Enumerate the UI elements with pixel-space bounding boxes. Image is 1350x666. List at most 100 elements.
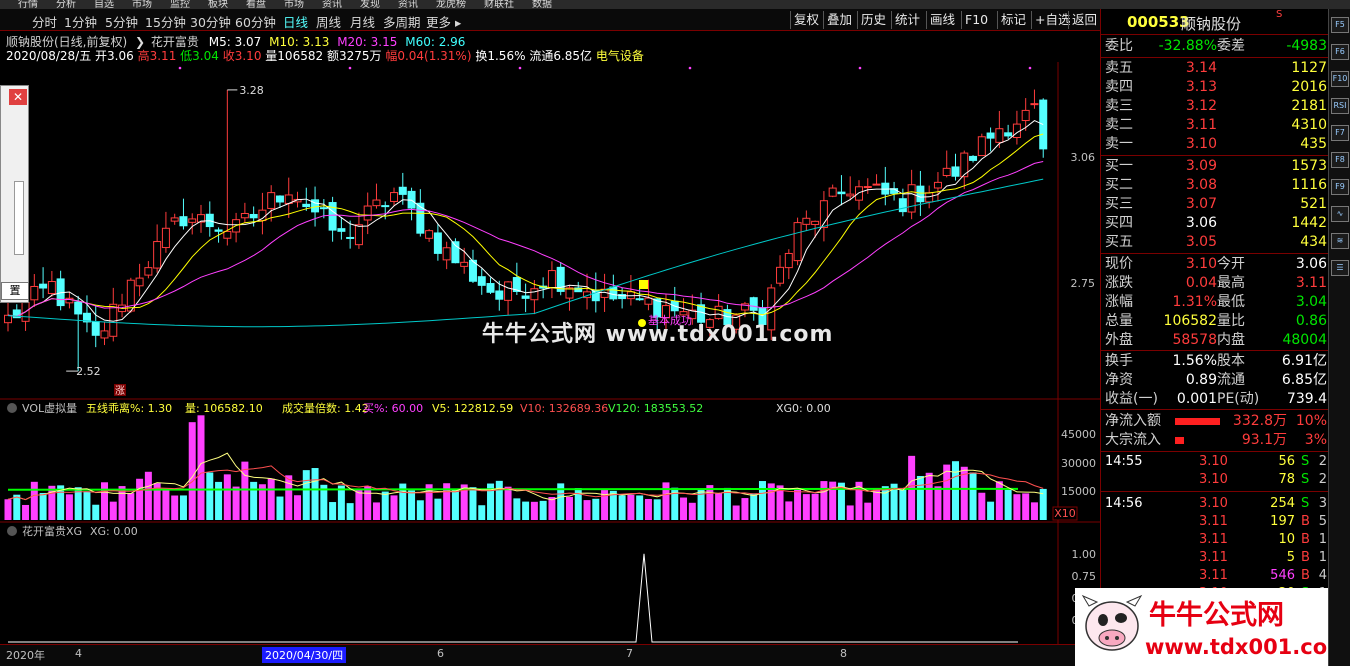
vol-header-field: VOL虚拟量 <box>22 401 77 415</box>
candle-body <box>951 166 960 177</box>
period-tab[interactable]: 日线 <box>283 12 308 31</box>
period-tab[interactable]: 30分钟 <box>190 12 231 31</box>
xg-axis-label: 1.00 <box>1072 548 1097 561</box>
volume-bar <box>916 475 924 520</box>
top-menu-item[interactable]: 数据 <box>532 0 552 9</box>
volume-bar <box>1030 502 1038 520</box>
quote-row: 现价 3.10 今开 3.06 <box>1105 255 1327 274</box>
volume-bar <box>22 504 30 520</box>
toolbar-button[interactable]: 画线 <box>926 11 958 29</box>
site-logo: 牛牛公式网 www.tdx001.com <box>1075 588 1349 666</box>
tick-side: B <box>1301 532 1310 547</box>
info-volume: 量106582 <box>265 49 324 63</box>
period-tab[interactable]: 更多 ▸ <box>426 12 461 31</box>
period-tab[interactable]: 5分钟 <box>105 12 138 31</box>
period-tab[interactable]: 60分钟 <box>235 12 276 31</box>
weibi-row: 委比 -32.88% 委差 -4983 <box>1105 37 1327 56</box>
volume-bar <box>750 493 758 520</box>
top-menu-item[interactable]: 市场 <box>132 0 152 9</box>
popup-button[interactable]: 置 <box>1 282 29 300</box>
rise-badge-text: 涨 <box>115 385 125 397</box>
quote-value: 3.06 <box>1295 256 1327 272</box>
close-icon[interactable]: ✕ <box>9 89 27 105</box>
candle-body <box>477 276 486 286</box>
low-label: 2.52 <box>76 365 101 378</box>
period-tab[interactable]: 周线 <box>316 12 341 31</box>
tick-price: 3.11 <box>1199 532 1228 547</box>
vol-axis-label: 45000 <box>1061 428 1096 441</box>
top-menu-item[interactable]: 资讯 <box>322 0 342 9</box>
fund-value: 1.56% <box>1172 353 1217 369</box>
candle-body <box>425 230 434 239</box>
quote-label: 总量 <box>1105 313 1133 329</box>
volume-bar <box>688 502 696 520</box>
kline-chart[interactable]: 3.282.52涨基本成功3.062.75VOL虚拟量 五线乖离%: 1.30 量:… <box>0 62 1100 644</box>
volume-bar <box>530 501 538 520</box>
tick-price: 3.10 <box>1199 472 1228 487</box>
toolbar-button[interactable]: 标记 <box>997 11 1029 29</box>
top-menu-item[interactable]: 财联社 <box>484 0 514 9</box>
toolbar-button[interactable]: F10 <box>961 11 991 29</box>
side-tool-icon[interactable]: RSI <box>1331 98 1349 114</box>
volume-bar <box>416 500 424 520</box>
toolbar-button[interactable]: 叠加 <box>823 11 855 29</box>
top-menu-item[interactable]: 龙虎榜 <box>436 0 466 9</box>
signal-square <box>639 280 648 289</box>
side-tool-icon[interactable]: F8 <box>1331 152 1349 168</box>
top-menu-item[interactable]: 板块 <box>208 0 228 9</box>
bid-label: 买一 <box>1105 158 1133 174</box>
toolbar-button[interactable]: 统计 <box>891 11 923 29</box>
side-tool-icon[interactable]: ∿ <box>1331 206 1349 222</box>
bid-label: 买三 <box>1105 196 1133 212</box>
top-menu-item[interactable]: 分析 <box>56 0 76 9</box>
volume-bar <box>65 494 73 520</box>
side-tool-icon[interactable]: F5 <box>1331 17 1349 33</box>
side-tool-icon[interactable]: F10 <box>1331 71 1349 87</box>
side-tool-icon[interactable]: F6 <box>1331 44 1349 60</box>
ask-label: 卖四 <box>1105 79 1133 95</box>
period-tab[interactable]: 分时 <box>32 12 57 31</box>
candle-body <box>249 213 258 219</box>
top-menu-item[interactable]: 看盘 <box>246 0 266 9</box>
candle-body <box>1030 103 1039 106</box>
vol-header-field: V5: 122812.59 <box>432 402 513 415</box>
popup-scroll-thumb[interactable] <box>14 181 24 255</box>
top-menu-item[interactable]: 市场 <box>284 0 304 9</box>
volume-bar <box>39 492 47 520</box>
top-menu-item[interactable]: 行情 <box>18 0 38 9</box>
period-tab[interactable]: 1分钟 <box>64 12 97 31</box>
period-tab[interactable]: 月线 <box>350 12 375 31</box>
quote-row: 涨幅 1.31% 最低 3.04 <box>1105 293 1327 312</box>
quote-row: 涨跌 0.04 最高 3.11 <box>1105 274 1327 293</box>
ask-price: 3.12 <box>1185 98 1217 114</box>
fund-value: 739.4 <box>1286 391 1327 407</box>
volume-bar <box>311 468 319 520</box>
divider <box>1101 253 1329 254</box>
period-tab[interactable]: 多周期 <box>383 12 421 31</box>
volume-bar <box>83 491 91 520</box>
candle-body <box>776 266 785 284</box>
candle-body <box>100 330 109 339</box>
stock-name: 顺钠股份 <box>1181 15 1242 33</box>
candle-body <box>942 167 951 177</box>
volume-bar <box>846 505 854 520</box>
side-tool-icon[interactable]: ☰ <box>1331 260 1349 276</box>
top-menu-item[interactable]: 监控 <box>170 0 190 9</box>
candle-body <box>153 241 162 269</box>
period-tab[interactable]: 15分钟 <box>145 12 186 31</box>
top-menu-item[interactable]: 资讯 <box>398 0 418 9</box>
top-menu-item[interactable]: 自选 <box>94 0 114 9</box>
tick-row: 14:56 3.10 254 S 3 <box>1105 495 1327 513</box>
toolbar-button[interactable]: 返回 <box>1068 11 1100 29</box>
top-menu-item[interactable]: 发现 <box>360 0 380 9</box>
side-tool-icon[interactable]: ≋ <box>1331 233 1349 249</box>
bid-row: 买四 3.06 1442 <box>1105 214 1327 233</box>
volume-bar <box>346 503 354 520</box>
side-tool-icon[interactable]: F7 <box>1331 125 1349 141</box>
volume-bar <box>1013 494 1021 520</box>
volume-bar <box>864 502 872 520</box>
side-popup[interactable]: 置 <box>0 85 29 303</box>
side-tool-icon[interactable]: F9 <box>1331 179 1349 195</box>
toolbar-button[interactable]: 历史 <box>857 11 889 29</box>
toolbar-button[interactable]: 复权 <box>790 11 822 29</box>
